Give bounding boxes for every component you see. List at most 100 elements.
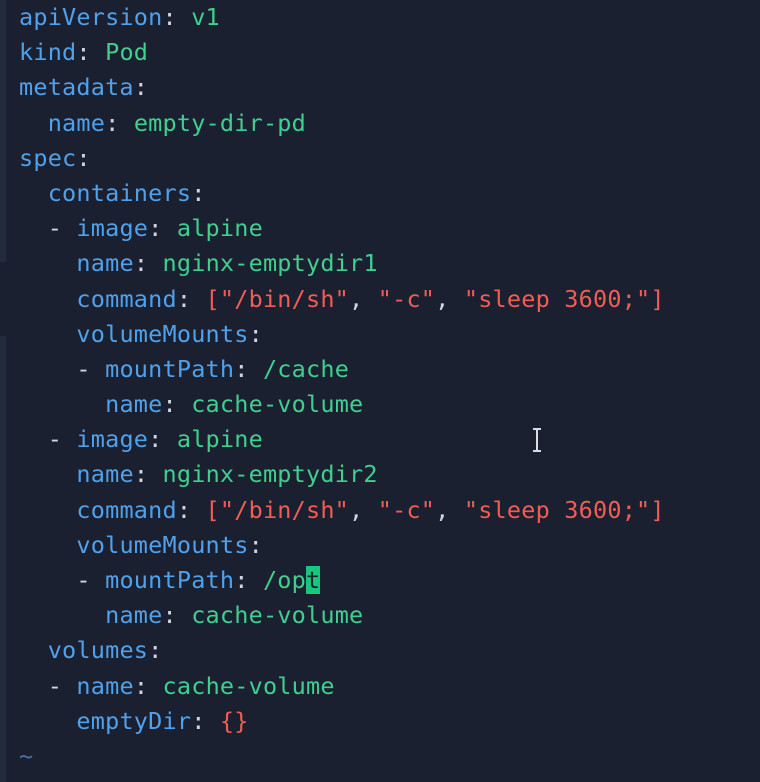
code-line[interactable]: command: ["/bin/sh", "-c", "sleep 3600;"…: [19, 282, 760, 317]
command-part: "sleep 3600;"]: [449, 284, 665, 313]
colon: :: [191, 706, 206, 735]
yaml-key: name: [47, 108, 106, 137]
list-dash: -: [76, 354, 106, 383]
yaml-key: command: [76, 284, 177, 313]
yaml-value: empty-dir-pd: [119, 108, 306, 137]
end-of-buffer-tilde: ~: [19, 741, 34, 770]
command-part: ["/bin/sh": [191, 284, 350, 313]
code-line[interactable]: spec:: [19, 141, 760, 176]
code-line[interactable]: volumeMounts:: [19, 528, 760, 563]
yaml-key: mountPath: [105, 566, 235, 594]
yaml-key: spec: [19, 143, 77, 172]
list-dash: -: [47, 425, 77, 454]
left-gutter-top: [0, 0, 6, 262]
yaml-key: image: [76, 214, 149, 243]
code-line[interactable]: emptyDir: {}: [19, 704, 760, 739]
code-line[interactable]: command: ["/bin/sh", "-c", "sleep 3600;"…: [19, 493, 760, 528]
yaml-value: Pod: [90, 38, 149, 67]
colon: :: [248, 530, 263, 559]
colon: :: [105, 108, 120, 137]
code-area[interactable]: apiVersion: v1 kind: Pod metadata: name: e…: [19, 0, 760, 774]
yaml-value: {}: [205, 706, 249, 735]
code-line[interactable]: name: nginx-emptydir1: [19, 246, 760, 281]
yaml-key: mountPath: [105, 354, 235, 383]
code-line[interactable]: - mountPath: /cache: [19, 352, 760, 387]
code-line[interactable]: name: empty-dir-pd: [19, 106, 760, 141]
colon: :: [76, 143, 91, 172]
yaml-key: name: [105, 390, 163, 419]
yaml-editor[interactable]: apiVersion: v1 kind: Pod metadata: name: e…: [0, 0, 760, 782]
yaml-key: command: [76, 495, 177, 524]
command-part: ["/bin/sh": [191, 495, 350, 524]
yaml-key: metadata: [19, 73, 134, 102]
yaml-value: ["/bin/sh", "-c", "sleep 3600;"]: [191, 496, 665, 524]
code-line[interactable]: - name: cache-volume: [19, 669, 760, 704]
command-part: "-c": [363, 495, 436, 524]
yaml-value: ["/bin/sh", "-c", "sleep 3600;"]: [191, 285, 665, 313]
code-line[interactable]: name: cache-volume: [19, 387, 760, 422]
yaml-key: apiVersion: [19, 3, 163, 31]
yaml-value: v1: [176, 3, 220, 31]
yaml-value: /op: [248, 566, 307, 594]
code-line[interactable]: apiVersion: v1: [19, 0, 760, 35]
yaml-key: image: [76, 425, 149, 454]
code-line[interactable]: name: nginx-emptydir2: [19, 457, 760, 492]
code-line[interactable]: name: cache-volume: [19, 598, 760, 633]
colon: :: [234, 566, 249, 594]
yaml-value: cache-volume: [176, 390, 364, 419]
left-gutter-bottom: [0, 336, 6, 782]
code-line[interactable]: - image: alpine: [19, 211, 760, 246]
yaml-key: name: [76, 460, 134, 489]
list-dash: -: [76, 566, 106, 594]
yaml-value: /cache: [248, 354, 350, 383]
colon: :: [176, 495, 192, 524]
comma: ,: [349, 495, 364, 524]
yaml-key: name: [76, 249, 134, 278]
code-line[interactable]: - image: alpine: [19, 422, 760, 457]
code-line[interactable]: volumeMounts:: [19, 317, 760, 352]
yaml-key: volumes: [47, 636, 149, 665]
colon: :: [148, 636, 163, 665]
yaml-key: name: [76, 671, 134, 700]
code-line[interactable]: containers:: [19, 176, 760, 211]
colon: :: [248, 319, 263, 348]
colon: :: [234, 354, 249, 383]
colon: :: [133, 73, 149, 102]
yaml-key: volumeMounts: [76, 530, 249, 559]
yaml-key: kind: [19, 38, 77, 67]
yaml-value: nginx-emptydir1: [148, 249, 378, 278]
yaml-key: emptyDir: [76, 706, 192, 735]
yaml-key: containers: [47, 178, 192, 207]
code-line[interactable]: metadata:: [19, 70, 760, 105]
yaml-value: cache-volume: [148, 671, 335, 700]
yaml-value: alpine: [162, 425, 263, 454]
yaml-value: nginx-emptydir2: [148, 460, 378, 489]
code-line[interactable]: volumes:: [19, 633, 760, 668]
code-line[interactable]: - mountPath: /opt: [19, 563, 760, 598]
comma: ,: [435, 284, 450, 313]
colon: :: [162, 390, 177, 419]
i-beam-cursor-icon: [533, 428, 541, 452]
code-line[interactable]: kind: Pod: [19, 35, 760, 70]
yaml-key: name: [105, 601, 163, 630]
colon: :: [133, 671, 149, 700]
colon: :: [148, 214, 163, 243]
command-part: "sleep 3600;"]: [449, 495, 665, 524]
comma: ,: [435, 495, 450, 524]
colon: :: [148, 425, 163, 454]
